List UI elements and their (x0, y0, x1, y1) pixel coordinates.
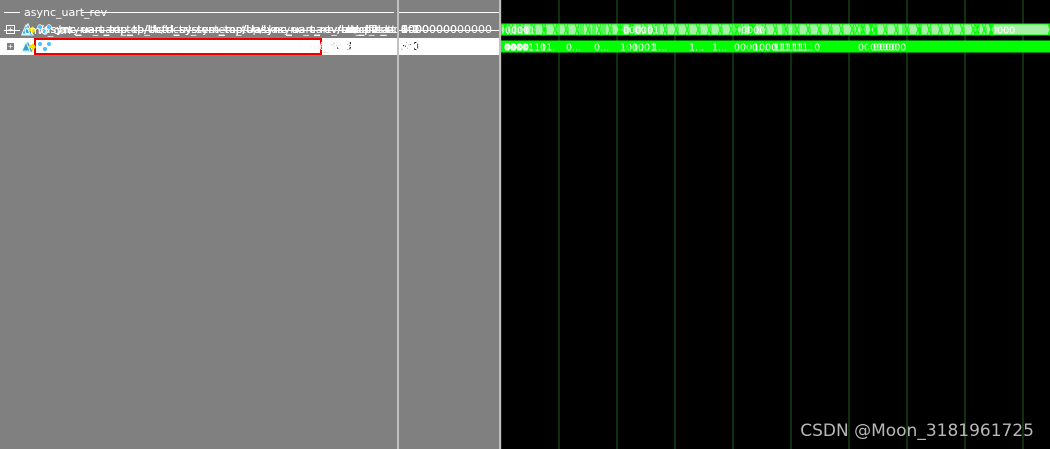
group-divider (82, 12, 394, 13)
bus-value-label: 1000 (753, 43, 777, 54)
group-header-value-line (399, 4, 499, 21)
expand-toggle-icon[interactable]: + (6, 42, 15, 51)
bus-value-label: 0001 (632, 43, 656, 54)
group-header-cmd_ctrl[interactable]: cmd_ctrl (0, 22, 398, 39)
signal-name-pane: async_uart_rev/async_uart_top_tb/Uctrl_s… (0, 0, 411, 449)
waveform-canvas[interactable]: 0000...0...0...0...101...1...1...1...000… (501, 0, 1050, 449)
state-machine-icon (20, 40, 52, 53)
group-divider (72, 30, 394, 31)
signal-value-pane: St1St0St10000000000000000000000St0000011… (399, 0, 499, 449)
group-divider (399, 30, 499, 31)
bus-value-label: 0000 (741, 26, 765, 37)
bus-value-label: 0001 (511, 26, 535, 37)
group-divider (399, 12, 499, 13)
waveform-pane[interactable]: 0000...0...0...0...101...1...1...1...000… (501, 0, 1050, 449)
group-divider (4, 12, 20, 13)
signal-value: 0000 (401, 40, 429, 53)
bus-value-label: 0001 (635, 26, 659, 37)
bus-value-label: 0000 (873, 43, 897, 54)
group-header-value-line (399, 22, 499, 39)
group-label: cmd_ctrl (24, 24, 72, 37)
signal-name: /async_uart_top_tb/Uctrl_system_top/Ucmd… (57, 40, 360, 53)
bus-value-label: 0000 (505, 43, 529, 54)
watermark: CSDN @Moon_3181961725 (800, 421, 1034, 441)
group-divider (4, 30, 20, 31)
group-header-async_uart_rev[interactable]: async_uart_rev (0, 4, 398, 21)
signal-row[interactable]: + /async_uart_top_tb/Uctrl_system_top/Ucm… (0, 38, 398, 55)
